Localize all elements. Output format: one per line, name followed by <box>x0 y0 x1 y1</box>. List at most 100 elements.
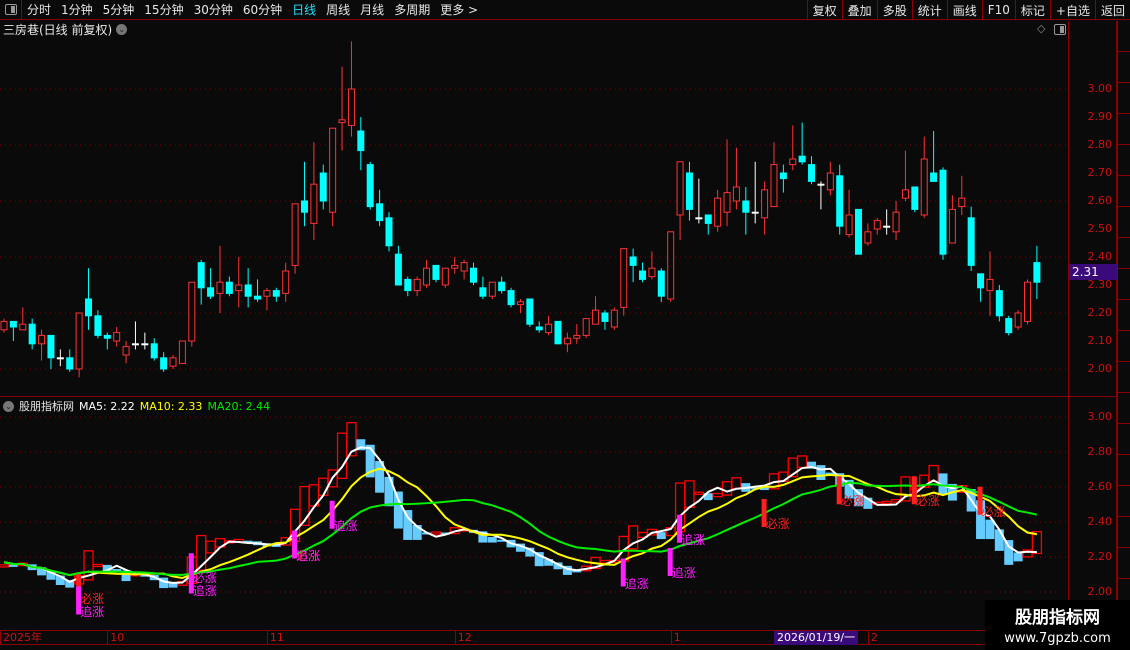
time-axis-label: 2 <box>867 631 878 645</box>
candle-body <box>892 211 900 233</box>
candle <box>282 262 290 302</box>
candle-body <box>883 225 891 228</box>
chevron-down-icon[interactable]: ⌄ <box>3 400 14 412</box>
side-tab[interactable] <box>1117 548 1130 579</box>
side-tab[interactable] <box>1117 331 1130 362</box>
candle-body <box>272 290 280 297</box>
indicator-box <box>1031 530 1043 555</box>
candle-body <box>94 315 102 336</box>
side-tab[interactable] <box>1117 145 1130 176</box>
candle <box>329 127 337 227</box>
indicator-box <box>684 480 695 509</box>
candle <box>732 147 740 210</box>
candle-body <box>554 320 562 345</box>
candle-body <box>75 312 83 370</box>
candle <box>28 318 36 350</box>
side-tab[interactable] <box>1117 362 1130 393</box>
candle-body <box>1014 312 1022 328</box>
candle-body <box>967 217 975 266</box>
candle-body <box>798 155 806 163</box>
candle <box>357 117 365 171</box>
candle-body <box>169 357 177 367</box>
signal-label: 必涨 <box>840 494 865 509</box>
candle <box>657 268 665 302</box>
candle-body <box>864 231 872 244</box>
candle <box>742 187 750 235</box>
indicator-box <box>8 564 18 567</box>
indicator-axis-label: 2.00 <box>1087 585 1113 598</box>
indicator-box <box>1004 540 1014 565</box>
indicator-axis-label: 2.40 <box>1087 515 1113 528</box>
candle-body <box>498 281 506 292</box>
candle <box>977 273 985 302</box>
candle <box>451 257 459 274</box>
indicator-box <box>205 540 216 554</box>
candle <box>507 287 515 308</box>
candle <box>554 320 562 345</box>
signal-label: 必涨 <box>981 504 1006 519</box>
candle <box>1005 315 1013 336</box>
signal-label: 必涨 <box>765 517 790 531</box>
candle-body <box>244 284 252 297</box>
candle-body <box>629 256 637 266</box>
candle <box>610 307 618 330</box>
candle-body <box>582 318 590 336</box>
side-tab[interactable] <box>1117 269 1130 300</box>
candle <box>798 122 806 165</box>
candle-body <box>939 169 947 255</box>
candle-body <box>789 158 797 166</box>
side-tab[interactable] <box>1117 486 1130 517</box>
candle <box>582 318 590 339</box>
candle <box>470 262 477 285</box>
side-tab[interactable] <box>1117 176 1130 207</box>
side-tab[interactable] <box>1117 424 1130 455</box>
candle <box>385 212 393 252</box>
candle <box>38 329 46 361</box>
side-tab[interactable] <box>1117 393 1130 424</box>
candle-body <box>545 323 553 334</box>
candle-body <box>779 172 787 180</box>
side-tab[interactable] <box>1117 21 1130 52</box>
candle <box>516 299 524 313</box>
candle <box>714 189 722 232</box>
candle-body <box>685 172 693 210</box>
candle <box>366 161 374 210</box>
time-axis: 2025年 10 11 12 1 2026/01/19/一 2 <box>0 630 1117 645</box>
side-tab[interactable] <box>1117 300 1130 331</box>
candle <box>131 321 139 350</box>
candle <box>573 324 581 344</box>
candle-body <box>263 290 271 297</box>
candle <box>836 164 844 235</box>
candle <box>66 349 74 372</box>
signal-label: 必涨 <box>915 494 940 509</box>
side-tab[interactable] <box>1117 238 1130 269</box>
side-tab[interactable] <box>1117 455 1130 486</box>
side-tab[interactable] <box>1117 517 1130 548</box>
candle <box>854 208 862 255</box>
candle <box>207 268 215 299</box>
candle-body <box>620 248 628 308</box>
signal-label: 追涨 <box>80 604 105 619</box>
indicator-box <box>403 510 413 540</box>
indicator-box <box>487 536 497 543</box>
candle <box>629 248 637 283</box>
price-axis-label: 2.00 <box>1087 362 1113 375</box>
time-axis-label: 11 <box>266 631 284 645</box>
side-tab[interactable] <box>1117 114 1130 145</box>
candle-body <box>723 192 731 213</box>
candle-body <box>460 262 468 272</box>
indicator-box <box>928 464 939 482</box>
candle-body <box>38 334 46 345</box>
candle <box>958 175 966 215</box>
candle <box>0 318 8 333</box>
candle-body <box>667 231 675 300</box>
side-tab[interactable] <box>1117 83 1130 114</box>
candle-body <box>977 273 985 289</box>
side-tab[interactable] <box>1117 207 1130 238</box>
candle <box>113 327 121 347</box>
candle-body <box>516 301 524 306</box>
side-tab[interactable] <box>1117 52 1130 83</box>
candle-body <box>197 262 205 289</box>
candle <box>723 139 731 227</box>
candle-body <box>479 287 487 297</box>
